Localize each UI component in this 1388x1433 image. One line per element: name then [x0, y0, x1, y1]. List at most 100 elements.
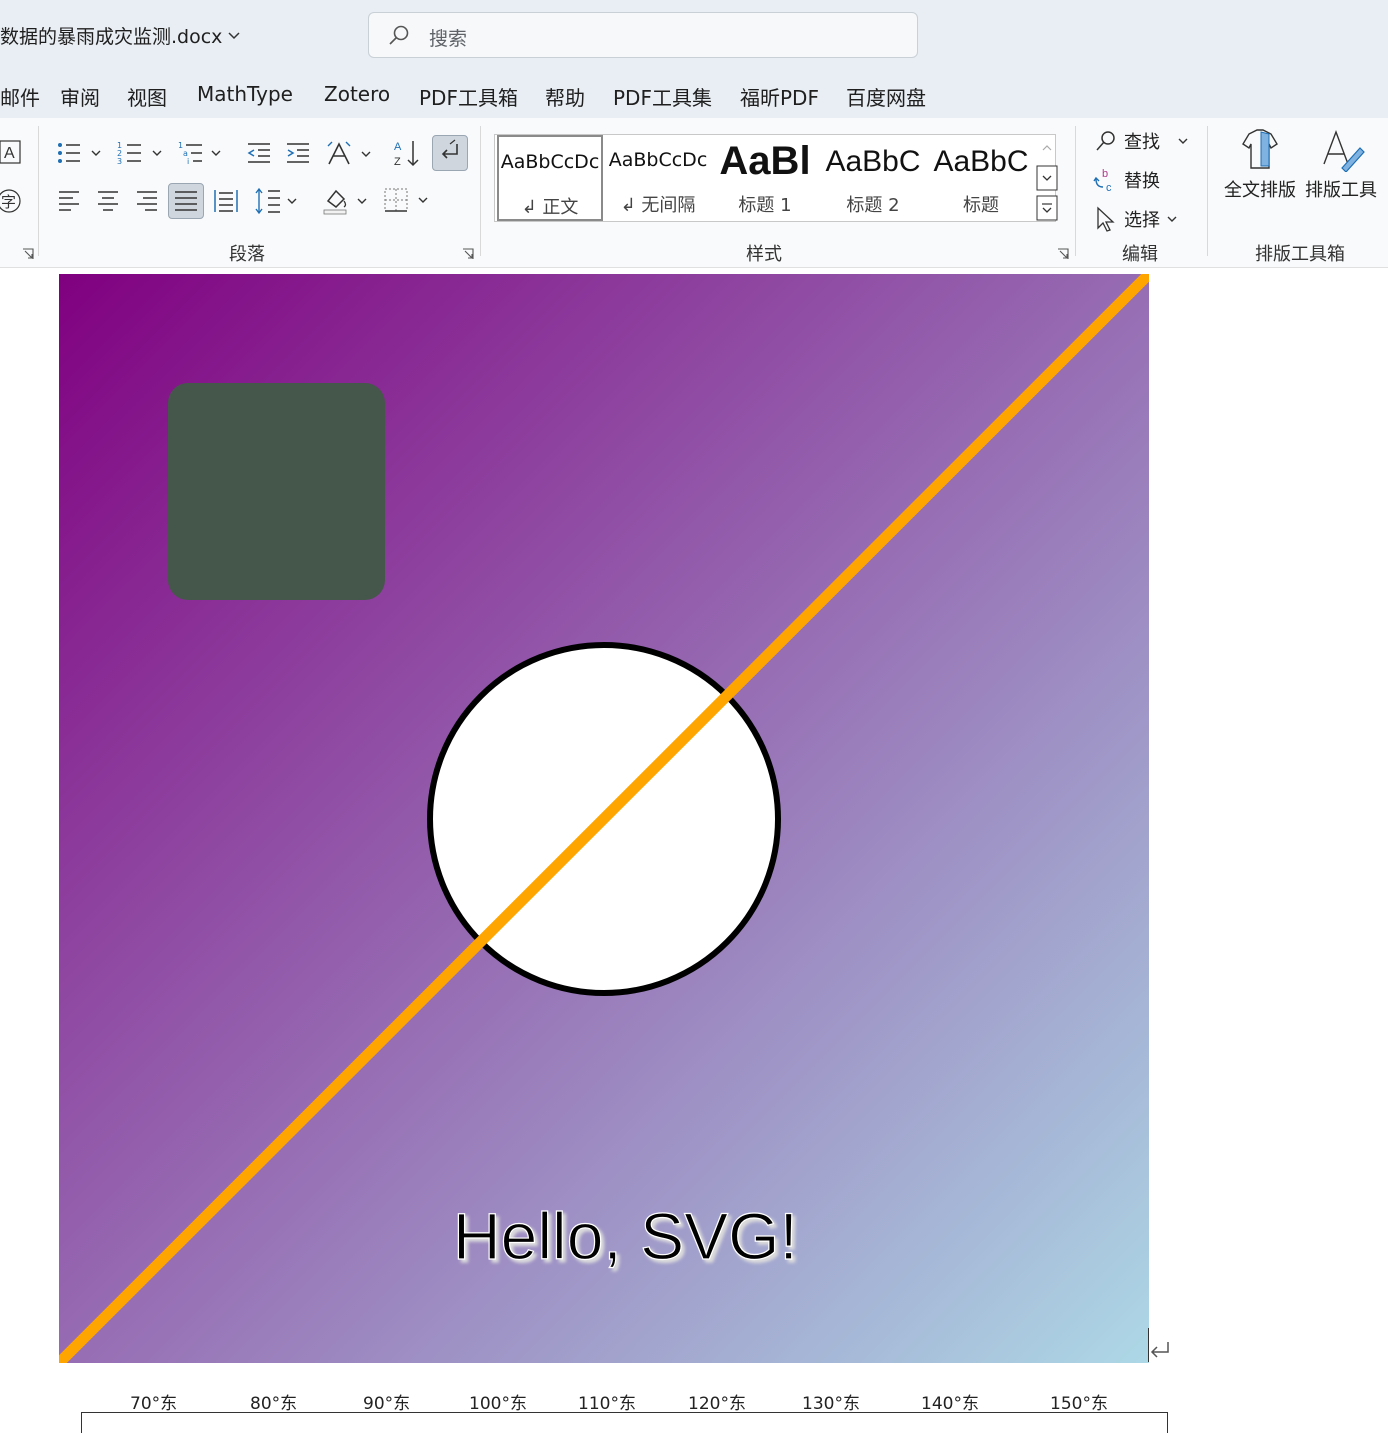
hello-svg-text: Hello, SVG!: [453, 1199, 798, 1273]
svg-text:c: c: [1106, 182, 1112, 193]
find-label: 查找: [1124, 132, 1160, 153]
styles-gallery-scroll: [1036, 134, 1058, 222]
line-spacing-icon[interactable]: [254, 187, 302, 215]
style-preview: AaBbC: [933, 145, 1029, 178]
tab-mailings[interactable]: 邮件: [0, 82, 40, 111]
style-heading-2[interactable]: AaBbC 标题 2: [823, 135, 923, 221]
chevron-down-icon: [1178, 138, 1188, 144]
sort-icon[interactable]: A Z: [393, 138, 423, 168]
tab-mathtype[interactable]: MathType: [197, 82, 293, 106]
map-longitude-label: 80°东: [250, 1394, 298, 1414]
select-label: 选择: [1124, 210, 1160, 231]
style-name: 标题 1: [738, 195, 792, 216]
map-longitude-label: 110°东: [578, 1394, 636, 1414]
borders-icon[interactable]: [383, 187, 433, 215]
map-longitude-label: 130°东: [802, 1394, 860, 1414]
map-longitude-label: 140°东: [921, 1394, 979, 1414]
align-right-icon[interactable]: [135, 188, 159, 212]
styles-dialog-launcher-icon[interactable]: [1057, 248, 1069, 260]
select-button[interactable]: 选择: [1094, 206, 1178, 232]
map-longitude-label: 90°东: [363, 1394, 411, 1414]
character-border-icon[interactable]: A: [0, 140, 22, 164]
layout-tool-button[interactable]: 排版工具: [1303, 128, 1379, 208]
full-layout-label: 全文排版: [1224, 180, 1296, 201]
tab-foxit-pdf[interactable]: 福昕PDF: [740, 82, 819, 111]
search-placeholder: 搜索: [429, 28, 468, 50]
style-preview: AaBbC: [825, 145, 921, 178]
document-title: 数据的暴雨成灾监测.docx: [0, 26, 223, 48]
tab-pdf-toolbox[interactable]: PDF工具箱: [419, 82, 518, 111]
svg-text:A: A: [394, 141, 402, 153]
document-title-button[interactable]: 数据的暴雨成灾监测.docx: [0, 22, 240, 49]
styles-group-label: 样式: [746, 244, 782, 265]
style-preview: AaBbCcDc: [500, 151, 600, 173]
find-icon: [1096, 131, 1115, 151]
replace-label: 替换: [1124, 171, 1160, 192]
style-normal[interactable]: AaBbCcDc ↲ 正文: [497, 135, 603, 221]
justify-icon: [175, 191, 197, 211]
ribbon-tabs: 邮件 审阅 视图 MathType Zotero PDF工具箱 帮助 PDF工具…: [0, 72, 1388, 118]
gallery-scroll-icons[interactable]: [1036, 134, 1058, 222]
replace-icon: b c: [1093, 168, 1112, 193]
align-center-icon[interactable]: [96, 188, 120, 212]
layout-toolbox-group-label: 排版工具箱: [1255, 244, 1345, 265]
tab-baidu-netdisk[interactable]: 百度网盘: [846, 82, 926, 111]
search-icon: [389, 25, 409, 45]
style-preview: AaBbCcDc: [608, 149, 708, 171]
svg-figure[interactable]: Hello, SVG!: [59, 274, 1149, 1363]
map-figure-strip: 70°东 80°东 90°东 100°东 110°东 120°东 130°东 1…: [59, 1385, 1169, 1433]
style-name: 标题 2: [846, 195, 900, 216]
tab-zotero[interactable]: Zotero: [324, 82, 390, 106]
tab-pdf-toolset[interactable]: PDF工具集: [613, 82, 712, 111]
shading-icon[interactable]: [322, 185, 372, 217]
font-dialog-launcher-icon[interactable]: [22, 248, 34, 260]
select-cursor-icon: [1097, 206, 1115, 232]
show-formatting-button[interactable]: [432, 135, 468, 171]
shirt-layout-icon: [1242, 129, 1278, 169]
numbering-icon[interactable]: 1 2 3: [117, 140, 165, 166]
style-name: ↲ 无间隔: [620, 195, 696, 216]
ribbon: A 字 1 2 3 1 a i A Z 段落 AaBbCcDc ↲ 正文 AaB…: [0, 118, 1388, 268]
style-heading-1[interactable]: AaBl 标题 1: [715, 135, 815, 221]
style-name-text: 正文: [542, 197, 579, 218]
tab-help[interactable]: 帮助: [545, 82, 585, 111]
style-title[interactable]: AaBbC 标题: [931, 135, 1031, 221]
enclose-characters-icon[interactable]: 字: [0, 188, 22, 214]
editing-group-label: 编辑: [1122, 244, 1158, 265]
decrease-indent-icon[interactable]: [246, 140, 272, 166]
chevron-down-icon: [1167, 216, 1177, 222]
title-bar: 数据的暴雨成灾监测.docx 搜索: [0, 0, 1388, 72]
map-longitude-label: 120°东: [688, 1394, 746, 1414]
paragraph-dialog-launcher-icon[interactable]: [462, 248, 474, 260]
style-preview: AaBl: [719, 139, 811, 183]
replace-button[interactable]: b c 替换: [1092, 167, 1160, 193]
increase-indent-icon[interactable]: [285, 140, 311, 166]
asian-layout-icon[interactable]: [326, 140, 374, 168]
search-box[interactable]: 搜索: [368, 12, 918, 58]
svg-text:i: i: [187, 157, 189, 166]
chevron-down-icon: [228, 31, 240, 39]
tab-review[interactable]: 审阅: [60, 82, 100, 111]
tab-view[interactable]: 视图: [127, 82, 167, 111]
separator: [480, 126, 481, 256]
separator: [1075, 126, 1076, 256]
bullets-icon[interactable]: [56, 140, 104, 166]
rounded-square: [168, 383, 385, 600]
paragraph-mark-icon: [1150, 1342, 1169, 1358]
find-button[interactable]: 查找: [1094, 128, 1190, 154]
map-longitude-label: 150°东: [1050, 1394, 1108, 1414]
layout-tool-label: 排版工具: [1305, 180, 1377, 201]
style-name-text: 无间隔: [641, 195, 696, 216]
svg-text:字: 字: [1, 193, 16, 211]
justify-button[interactable]: [168, 183, 204, 219]
paragraph-mark-icon: [441, 139, 458, 159]
style-name: ↲ 正文: [521, 197, 579, 218]
style-no-spacing[interactable]: AaBbCcDc ↲ 无间隔: [605, 135, 711, 221]
distributed-icon[interactable]: [213, 188, 239, 214]
separator: [1207, 126, 1208, 256]
multilevel-list-icon[interactable]: 1 a i: [178, 140, 226, 166]
svg-text:3: 3: [117, 157, 122, 166]
full-layout-button[interactable]: 全文排版: [1222, 128, 1298, 208]
separator: [38, 126, 39, 256]
align-left-icon[interactable]: [57, 188, 81, 212]
